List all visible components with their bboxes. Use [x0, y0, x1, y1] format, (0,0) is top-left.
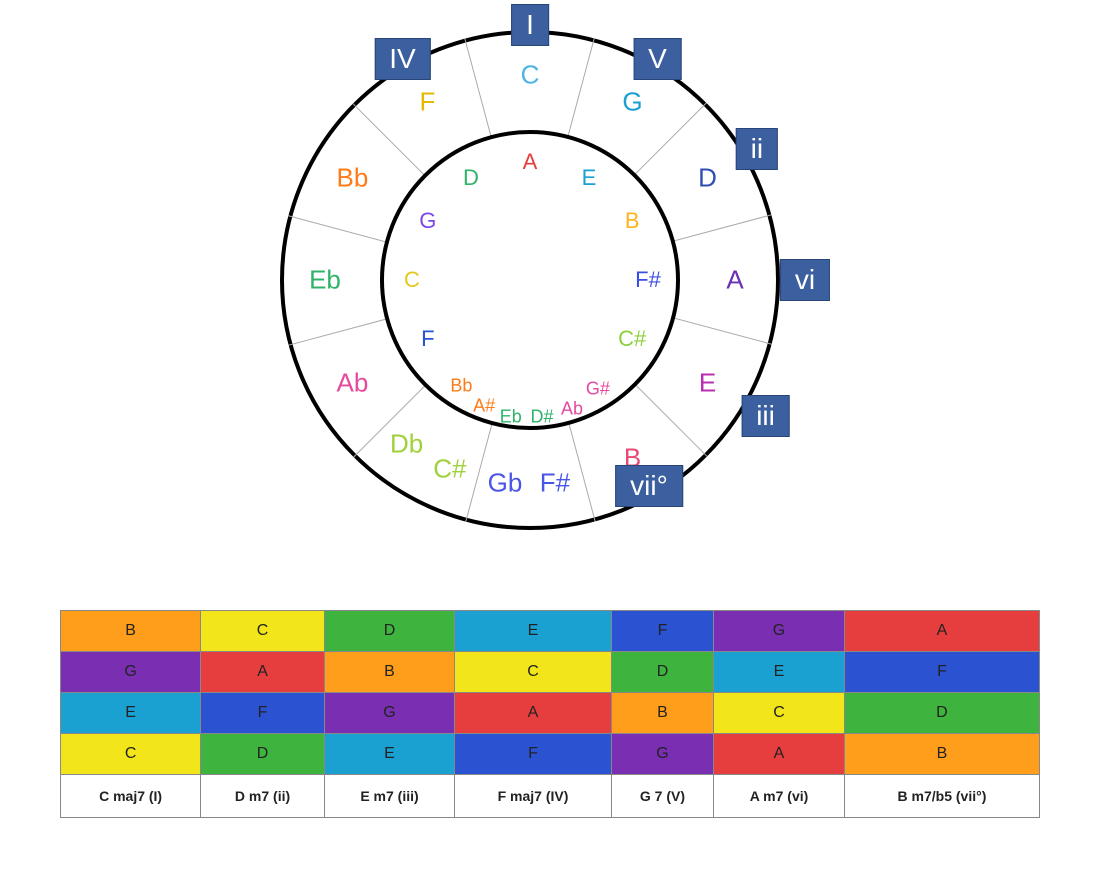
cell-A: A: [844, 611, 1039, 652]
cell-A: A: [201, 652, 325, 693]
note-B: B: [625, 208, 640, 234]
roman-IV: IV: [374, 38, 430, 80]
note-Db: Db: [390, 428, 423, 459]
roman-iii: iii: [741, 395, 790, 437]
note-Gsharp: G#: [586, 378, 610, 399]
roman-viidim: vii°: [615, 465, 683, 507]
note-Asharp: A#: [473, 395, 495, 416]
chord-label: C maj7 (I): [61, 775, 201, 818]
note-Csharp: C#: [433, 453, 466, 484]
cell-D: D: [201, 734, 325, 775]
roman-ii: ii: [736, 128, 778, 170]
note-Gb: Gb: [488, 468, 523, 499]
cell-C: C: [714, 693, 845, 734]
note-Dsharp: D#: [531, 407, 554, 428]
note-Ab: Ab: [561, 399, 583, 420]
cell-G: G: [611, 734, 713, 775]
cell-F: F: [844, 652, 1039, 693]
note-F: F: [421, 326, 434, 352]
cell-D: D: [611, 652, 713, 693]
note-Fsharp: F#: [635, 267, 661, 293]
note-E: E: [582, 165, 597, 191]
chord-label: A m7 (vi): [714, 775, 845, 818]
chord-label: B m7/b5 (vii°): [844, 775, 1039, 818]
cell-B: B: [61, 611, 201, 652]
cell-C: C: [455, 652, 612, 693]
cell-E: E: [455, 611, 612, 652]
note-F: F: [420, 87, 436, 118]
note-E: E: [699, 367, 716, 398]
cell-G: G: [324, 693, 454, 734]
cell-B: B: [844, 734, 1039, 775]
cell-E: E: [61, 693, 201, 734]
cell-G: G: [61, 652, 201, 693]
cell-E: E: [714, 652, 845, 693]
note-Csharp: C#: [618, 326, 646, 352]
cell-D: D: [324, 611, 454, 652]
note-C: C: [521, 60, 540, 91]
cell-F: F: [201, 693, 325, 734]
note-Eb: Eb: [500, 406, 522, 427]
roman-V: V: [633, 38, 682, 80]
roman-I: I: [511, 4, 549, 46]
cell-F: F: [611, 611, 713, 652]
cell-G: G: [714, 611, 845, 652]
cell-C: C: [201, 611, 325, 652]
note-G: G: [419, 208, 436, 234]
note-Bb: Bb: [450, 375, 472, 396]
cell-C: C: [61, 734, 201, 775]
note-D: D: [463, 165, 479, 191]
cell-A: A: [714, 734, 845, 775]
note-C: C: [404, 267, 420, 293]
cell-F: F: [455, 734, 612, 775]
note-Eb: Eb: [309, 265, 341, 296]
cell-E: E: [324, 734, 454, 775]
cell-B: B: [611, 693, 713, 734]
cell-B: B: [324, 652, 454, 693]
circle-of-fifths: CGDAEBF#GbC#DbAbEbBbFAEBF#C#DGCFG#AbD#Eb…: [280, 30, 780, 530]
cell-D: D: [844, 693, 1039, 734]
chord-label: E m7 (iii): [324, 775, 454, 818]
note-A: A: [726, 265, 743, 296]
chord-label: F maj7 (IV): [455, 775, 612, 818]
cell-A: A: [455, 693, 612, 734]
chord-label: D m7 (ii): [201, 775, 325, 818]
note-Ab: Ab: [337, 367, 369, 398]
note-Bb: Bb: [337, 162, 369, 193]
chord-label: G 7 (V): [611, 775, 713, 818]
note-G: G: [622, 87, 642, 118]
chord-table: BCDEFGAGABCDEFEFGABCDCDEFGABC maj7 (I)D …: [60, 610, 1040, 818]
note-Fsharp: F#: [540, 468, 570, 499]
note-A: A: [523, 149, 538, 175]
note-D: D: [698, 162, 717, 193]
roman-vi: vi: [780, 259, 830, 301]
